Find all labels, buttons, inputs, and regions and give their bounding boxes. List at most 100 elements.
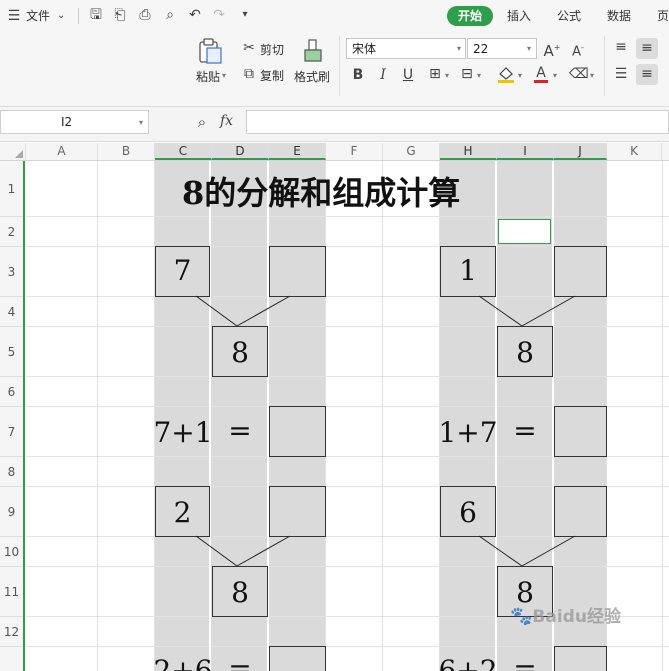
answer-box[interactable]: [554, 406, 607, 457]
column-header[interactable]: I: [497, 143, 554, 160]
paste-button[interactable]: [196, 38, 226, 64]
chevron-down-icon[interactable]: ▾: [477, 71, 481, 80]
row-header[interactable]: 10: [0, 537, 23, 567]
row-header[interactable]: 6: [0, 377, 23, 407]
borders-icon[interactable]: ⊞: [427, 66, 443, 82]
row-headers: 1 2 3 4 5 6 7 8 9 10 11 12: [0, 161, 25, 671]
column-header[interactable]: E: [269, 143, 326, 160]
row-header[interactable]: 7: [0, 407, 23, 457]
export-icon[interactable]: ⎗: [112, 7, 128, 23]
print-preview-icon[interactable]: ⌕: [162, 7, 178, 23]
addend-a: 6: [459, 496, 477, 529]
answer-box[interactable]: [269, 406, 326, 457]
active-cell[interactable]: [498, 219, 551, 244]
align-center-icon[interactable]: ≡: [636, 64, 658, 85]
format-painter-button[interactable]: [302, 38, 324, 64]
underline-button[interactable]: U: [401, 67, 415, 83]
chevron-down-icon[interactable]: ▾: [553, 71, 557, 80]
select-all-corner[interactable]: [0, 143, 26, 160]
row-header[interactable]: 12: [0, 617, 23, 647]
scissors-icon[interactable]: ✂: [241, 40, 257, 56]
column-header[interactable]: G: [383, 143, 440, 160]
sum-value: 8: [231, 576, 249, 609]
italic-button[interactable]: I: [376, 67, 390, 83]
row-header[interactable]: 4: [0, 297, 23, 327]
format-painter-label[interactable]: 格式刷: [294, 68, 330, 85]
font-color-icon[interactable]: A: [533, 64, 549, 84]
formula-input[interactable]: [246, 110, 669, 134]
print-icon[interactable]: ⎙: [137, 7, 153, 23]
paw-icon: 🐾: [510, 606, 533, 627]
chevron-down-icon[interactable]: ⌄: [57, 8, 65, 24]
row-header[interactable]: 11: [0, 567, 23, 617]
tab-page[interactable]: 页: [657, 8, 669, 24]
tab-formula[interactable]: 公式: [557, 8, 581, 24]
fill-color-icon[interactable]: [497, 64, 515, 84]
equation-lhs: 7+1: [153, 416, 213, 449]
chevron-down-icon[interactable]: ▾: [590, 71, 594, 80]
column-header[interactable]: F: [326, 143, 383, 160]
customize-dropdown-icon[interactable]: ▾: [238, 7, 252, 23]
chevron-down-icon[interactable]: ▾: [518, 71, 522, 80]
worksheet-grid[interactable]: 8的分解和组成计算 7 8 7+1 = 2 8 2+6 = 1 8 1+7 = …: [26, 161, 669, 671]
eraser-icon[interactable]: ⌫: [569, 66, 589, 82]
copy-icon[interactable]: ⧉: [241, 66, 257, 82]
row-header[interactable]: 3: [0, 247, 23, 297]
watermark: 🐾Baidu经验: [510, 606, 621, 627]
sum-value: 8: [516, 336, 534, 369]
chevron-down-icon[interactable]: ▾: [445, 71, 449, 80]
decrease-font-icon[interactable]: A-: [569, 40, 587, 60]
fx-button[interactable]: fx: [220, 113, 233, 129]
save-icon[interactable]: 🖫: [88, 7, 104, 23]
undo-icon[interactable]: ↶: [187, 7, 203, 23]
answer-box[interactable]: [554, 486, 607, 537]
answer-box[interactable]: [554, 646, 607, 671]
name-box[interactable]: I2 ▾: [0, 110, 149, 134]
row-header[interactable]: 1: [0, 161, 23, 217]
chevron-down-icon[interactable]: ▾: [457, 44, 461, 53]
chevron-down-icon[interactable]: ▾: [139, 118, 143, 127]
column-header[interactable]: A: [26, 143, 98, 160]
tab-insert[interactable]: 插入: [507, 8, 531, 24]
row-header[interactable]: 8: [0, 457, 23, 487]
zoom-search-icon[interactable]: ⌕: [193, 114, 211, 130]
align-middle-icon[interactable]: ≡: [636, 38, 658, 59]
answer-box[interactable]: [269, 486, 326, 537]
split-lines: [478, 535, 576, 567]
merge-icon[interactable]: ⊟: [459, 66, 475, 82]
paste-label[interactable]: 粘贴: [196, 68, 220, 85]
addend-a: 1: [459, 254, 477, 287]
column-header[interactable]: D: [212, 143, 269, 160]
equals-sign: =: [513, 652, 537, 671]
equation-lhs: 2+6: [153, 654, 213, 671]
copy-button[interactable]: 复制: [260, 67, 284, 84]
redo-icon[interactable]: ↷: [211, 7, 227, 23]
equals-sign: =: [513, 414, 537, 447]
font-name-select[interactable]: 宋体: [346, 38, 466, 59]
formula-bar: I2 ▾ ⌕ fx: [0, 107, 669, 142]
column-header[interactable]: C: [155, 143, 212, 160]
answer-box[interactable]: [554, 246, 607, 297]
column-header[interactable]: H: [440, 143, 497, 160]
chevron-down-icon[interactable]: ▾: [527, 44, 531, 53]
file-menu[interactable]: 文件: [26, 8, 50, 24]
sheet-title[interactable]: 8的分解和组成计算: [182, 168, 460, 214]
row-header[interactable]: 5: [0, 327, 23, 377]
cut-button[interactable]: 剪切: [260, 41, 284, 58]
answer-box[interactable]: [269, 246, 326, 297]
align-top-icon[interactable]: ≡: [612, 39, 630, 55]
tab-home[interactable]: 开始: [447, 6, 494, 26]
increase-font-icon[interactable]: A+: [543, 40, 561, 59]
answer-box[interactable]: [269, 646, 326, 671]
tab-data[interactable]: 数据: [607, 8, 631, 24]
column-header[interactable]: K: [607, 143, 662, 160]
bold-button[interactable]: B: [351, 67, 365, 83]
column-header[interactable]: J: [554, 143, 607, 160]
row-header[interactable]: 9: [0, 487, 23, 537]
column-header[interactable]: B: [98, 143, 155, 160]
chevron-down-icon[interactable]: ▾: [222, 71, 226, 80]
menu-icon[interactable]: ☰: [7, 8, 21, 24]
align-left-icon[interactable]: ☰: [612, 66, 630, 82]
equation-lhs: 1+7: [438, 416, 498, 449]
row-header[interactable]: 2: [0, 217, 23, 247]
